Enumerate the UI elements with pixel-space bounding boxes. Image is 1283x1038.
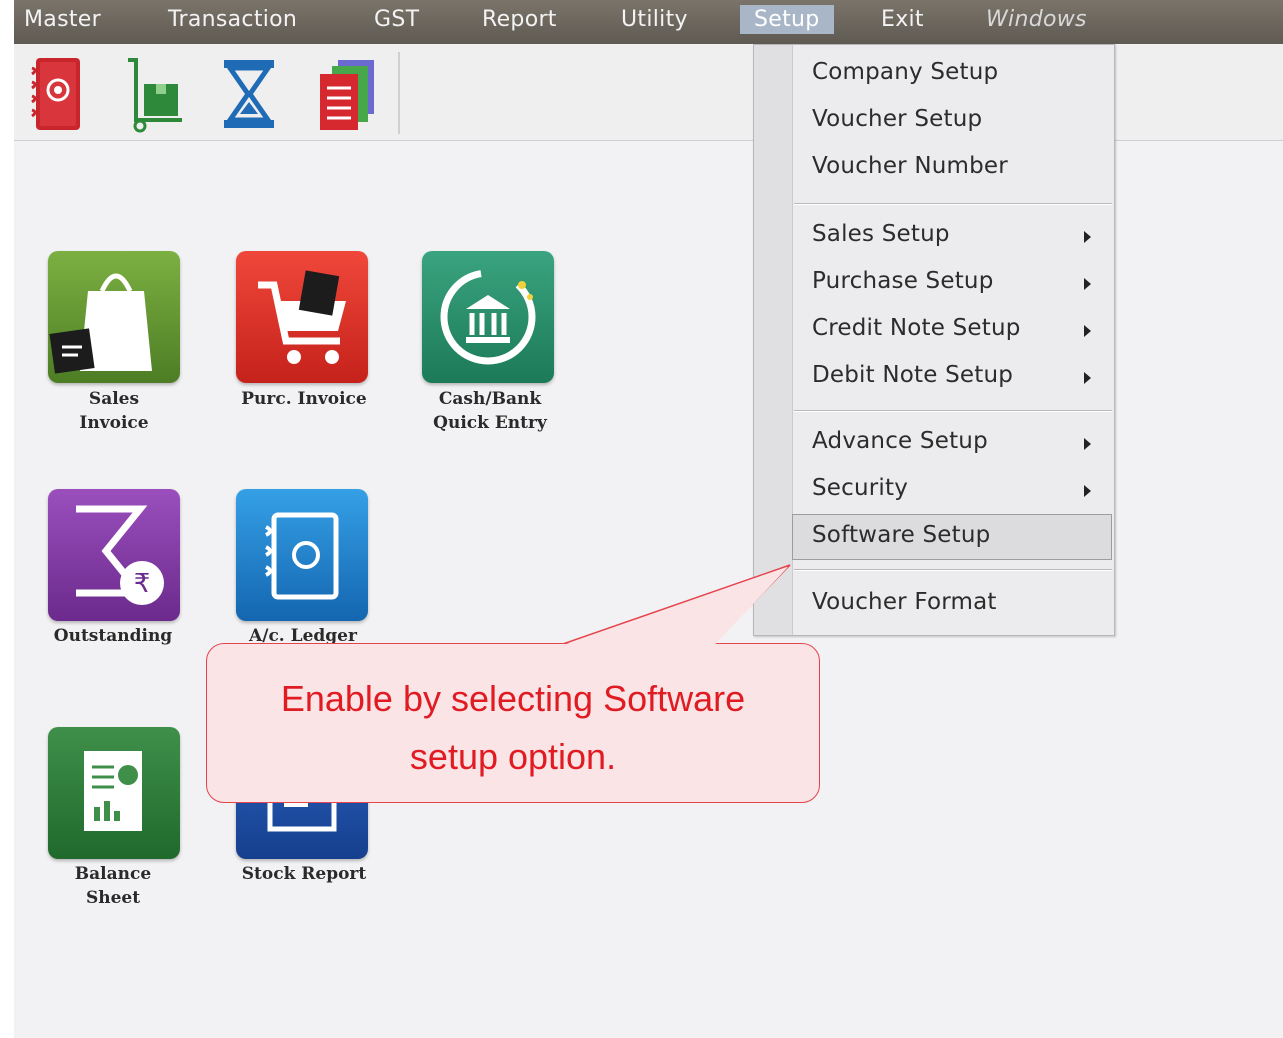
callout-text-line1: Enable by selecting Software: [280, 678, 746, 719]
callout-text-line2: setup option.: [409, 736, 617, 777]
callout-text: Enable by selecting Software setup optio…: [206, 670, 820, 786]
callout-pointer-fill: [562, 567, 788, 646]
